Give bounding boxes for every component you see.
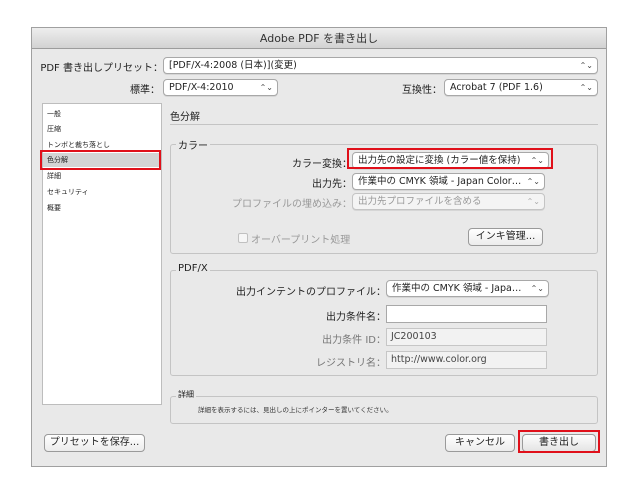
- highlight-export-button: [518, 430, 600, 453]
- sidebar-item-general[interactable]: 一般: [47, 109, 61, 119]
- destination-label: 出力先：: [312, 179, 352, 190]
- select-arrow-icon: ⌃⌄: [526, 197, 540, 206]
- output-intent-select[interactable]: 作業中の CMYK 領域 - Japa… ⌃⌄: [386, 280, 549, 297]
- preset-label: PDF 書き出しプリセット：: [40, 63, 163, 74]
- select-arrow-icon: ⌃⌄: [259, 83, 273, 92]
- pdfx-group-title: PDF/X: [176, 263, 210, 274]
- export-pdf-dialog: Adobe PDF を書き出し PDF 書き出しプリセット： [PDF/X-4:…: [31, 27, 607, 467]
- select-arrow-icon: ⌃⌄: [530, 284, 544, 293]
- standard-select[interactable]: PDF/X-4:2010 ⌃⌄: [163, 79, 278, 96]
- compat-value: Acrobat 7 (PDF 1.6): [450, 82, 543, 93]
- select-arrow-icon: ⌃⌄: [526, 177, 540, 186]
- sidebar-item-compression[interactable]: 圧縮: [47, 124, 61, 134]
- sidebar-item-summary[interactable]: 概要: [47, 203, 61, 213]
- save-preset-button[interactable]: プリセットを保存...: [44, 434, 145, 452]
- standard-value: PDF/X-4:2010: [169, 82, 234, 93]
- condition-id-field[interactable]: JC200103: [386, 328, 547, 346]
- destination-value: 作業中の CMYK 領域 - Japan Color…: [358, 176, 522, 187]
- highlight-output-category: [40, 150, 161, 170]
- output-intent-value: 作業中の CMYK 領域 - Japa…: [392, 283, 522, 294]
- description-group-title: 詳細: [176, 389, 196, 400]
- dialog-title: Adobe PDF を書き出し: [32, 28, 606, 49]
- condition-name-label: 出力条件名：: [326, 312, 386, 323]
- panel-title: 色分解: [170, 112, 200, 123]
- overprint-checkbox[interactable]: [238, 233, 248, 243]
- profile-inclusion-label: プロファイルの埋め込み：: [232, 199, 352, 210]
- highlight-color-conversion: [347, 148, 553, 169]
- destination-select[interactable]: 作業中の CMYK 領域 - Japan Color… ⌃⌄: [352, 173, 545, 190]
- preset-select[interactable]: [PDF/X-4:2008 (日本)](変更) ⌃⌄: [163, 57, 598, 74]
- cancel-button[interactable]: キャンセル: [445, 434, 515, 452]
- color-group-title: カラー: [176, 137, 210, 152]
- output-intent-label: 出力インテントのプロファイル：: [236, 287, 386, 298]
- sidebar-item-security[interactable]: セキュリティ: [47, 187, 89, 197]
- compat-select[interactable]: Acrobat 7 (PDF 1.6) ⌃⌄: [444, 79, 598, 96]
- select-arrow-icon: ⌃⌄: [579, 61, 593, 70]
- registry-label: レジストリ名：: [316, 358, 386, 369]
- condition-id-label: 出力条件 ID：: [322, 335, 386, 346]
- overprint-label: オーバープリント処理: [251, 235, 351, 246]
- sidebar-item-advanced[interactable]: 詳細: [47, 171, 61, 181]
- color-conversion-label: カラー変換：: [292, 159, 352, 170]
- compat-label: 互換性：: [402, 85, 442, 96]
- standard-label: 標準：: [130, 85, 160, 96]
- profile-inclusion-select[interactable]: 出力先プロファイルを含める ⌃⌄: [352, 193, 545, 210]
- condition-name-field[interactable]: [386, 305, 547, 323]
- select-arrow-icon: ⌃⌄: [579, 83, 593, 92]
- category-list: 一般 圧縮 トンボと裁ち落とし 色分解 詳細 セキュリティ 概要: [42, 103, 162, 405]
- ink-manager-button[interactable]: インキ管理...: [468, 228, 543, 246]
- profile-inclusion-value: 出力先プロファイルを含める: [358, 196, 482, 207]
- sidebar-item-marks-bleeds[interactable]: トンボと裁ち落とし: [47, 140, 110, 150]
- registry-field[interactable]: http://www.color.org: [386, 351, 547, 369]
- description-text: 詳細を表示するには、見出しの上にポインターを置いてください。: [198, 406, 393, 414]
- panel-divider: [170, 124, 598, 125]
- preset-value: [PDF/X-4:2008 (日本)](変更): [169, 60, 297, 71]
